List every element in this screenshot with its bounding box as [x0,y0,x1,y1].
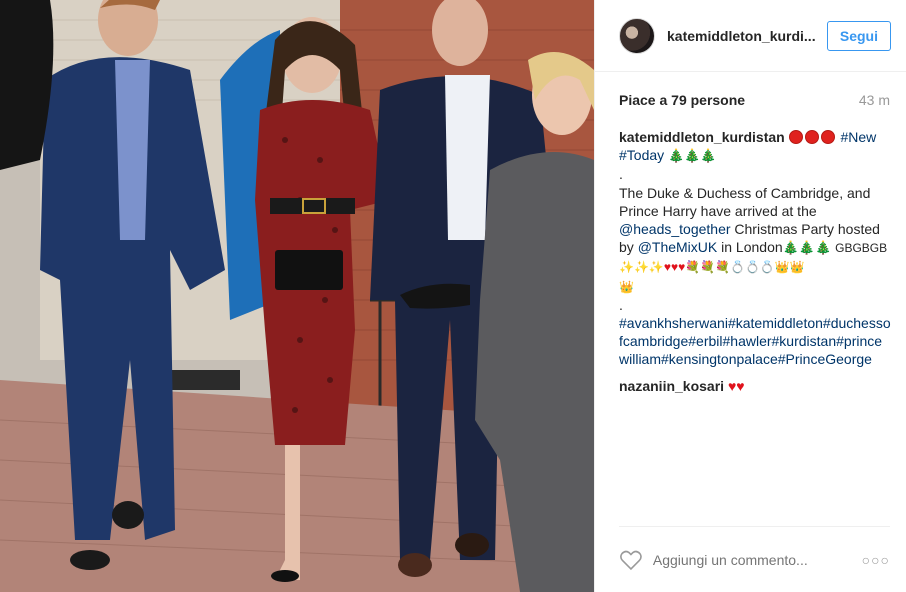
post-timestamp[interactable]: 43 m [859,92,890,108]
post-header: katemiddleton_kurdi... Segui [595,0,906,72]
mention-heads-together-link[interactable]: @heads_together [619,221,731,237]
avatar[interactable] [619,17,655,54]
caption-dot-2: . [619,296,623,313]
comment-bar: ○○○ [619,526,890,592]
crown-emoji: 👑 [619,279,634,294]
caption-username-link[interactable]: katemiddleton_kurdistan [619,129,785,145]
comment-username-link[interactable]: nazaniin_kosari [619,378,724,394]
christmas-tree-emoji-group: 🎄🎄🎄 [782,240,832,256]
caption-text-3: in London [717,239,783,256]
post-side-panel: katemiddleton_kurdi... Segui Piace a 79 … [594,0,906,592]
caption-text-1: The Duke & Duchess of Cambridge, and Pri… [619,184,871,219]
red-circle-emoji [804,130,819,144]
post-modal: katemiddleton_kurdi... Segui Piace a 79 … [0,0,906,592]
header-username-link[interactable]: katemiddleton_kurdi... [667,28,827,44]
comment-input[interactable] [652,551,862,568]
gb-flag-text: GBGBGB [835,241,888,256]
mention-themixuk-link[interactable]: @TheMixUK [638,239,718,255]
red-circle-emoji-group [788,129,837,145]
heart-emoji-group: ♥♥ [727,377,745,394]
heart-outline-icon[interactable] [619,549,643,571]
street-scene-image [0,0,594,592]
red-circle-emoji [788,130,803,144]
caption-comment: katemiddleton_kurdistan #New #Today 🎄🎄🎄 … [619,128,892,369]
hashtag-today-link[interactable]: #Today [619,147,664,163]
post-photo[interactable] [0,0,594,592]
comments-list: katemiddleton_kurdistan #New #Today 🎄🎄🎄 … [619,128,892,395]
heart-emoji-group: ♥♥♥ [663,260,686,275]
hashtag-new-link[interactable]: #New [840,129,876,145]
likes-row: Piace a 79 persone 43 m [619,92,890,108]
ellipsis-icon[interactable]: ○○○ [862,552,890,568]
christmas-tree-emoji-group: 🎄🎄🎄 [668,148,717,164]
hashtag-list-link[interactable]: #avankhsherwani#katemiddleton#duchessofc… [619,315,891,367]
comment-item: nazaniin_kosari ♥♥ [619,377,892,395]
follow-button[interactable]: Segui [826,20,891,51]
likes-count[interactable]: Piace a 79 persone [619,92,745,108]
emoji-row: ✨✨✨♥♥♥💐💐💐💍💍💍👑👑 [619,260,805,275]
red-circle-emoji [820,130,835,144]
caption-dot: . [619,166,623,183]
